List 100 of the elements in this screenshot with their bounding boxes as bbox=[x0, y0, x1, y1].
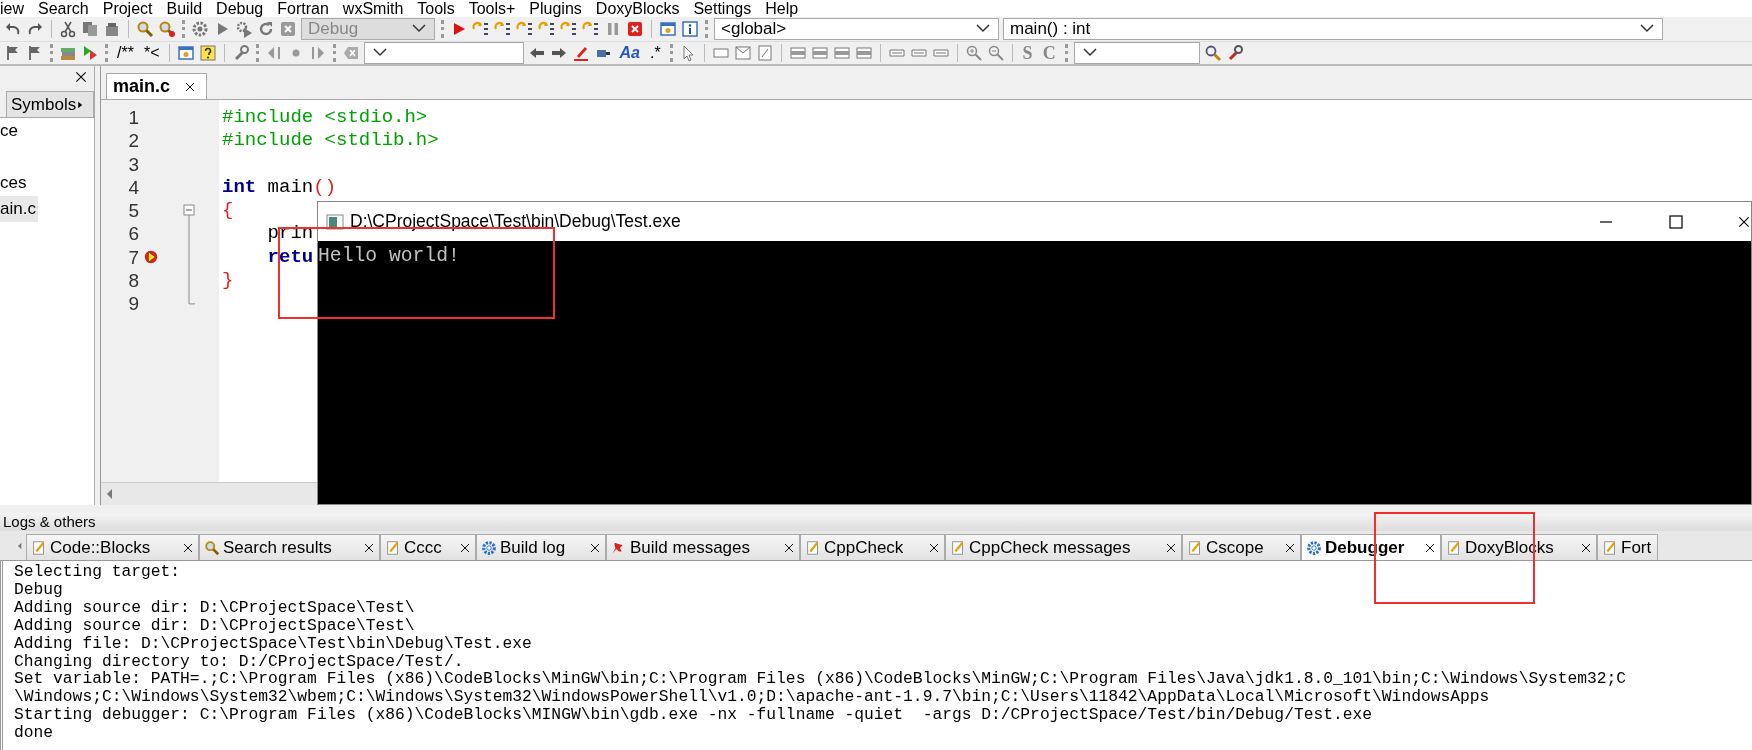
step-icon[interactable] bbox=[472, 20, 490, 38]
tree-item[interactable]: ce bbox=[0, 118, 20, 144]
tree-item[interactable]: ces bbox=[0, 170, 29, 196]
close-icon[interactable] bbox=[363, 542, 375, 555]
close-icon[interactable] bbox=[1580, 542, 1592, 555]
step-icon[interactable] bbox=[538, 20, 556, 38]
step-icon[interactable] bbox=[582, 20, 600, 38]
zoom-out-icon[interactable] bbox=[986, 44, 1005, 62]
line-number: 7 bbox=[128, 245, 139, 270]
copy-icon[interactable] bbox=[81, 20, 99, 38]
menu-item[interactable]: Plugins bbox=[522, 0, 589, 17]
maximize-icon[interactable] bbox=[1667, 212, 1685, 231]
panel-icon[interactable] bbox=[788, 44, 807, 62]
window-icon[interactable] bbox=[177, 44, 196, 62]
note-icon bbox=[1446, 539, 1462, 556]
log-line: \Windows;C:\Windows\System32\wbem;C:\Windows\System32\WindowsPowerShell\v1.0;D:\apache-ant-1.9.7\bin;C:\Users\11842\AppData\Local\Microsoft\WindowsApps bbox=[14, 688, 1490, 707]
menu-item[interactable]: Settings bbox=[686, 0, 759, 17]
log-tab[interactable]: Fort bbox=[1597, 534, 1658, 560]
menu-item[interactable]: Project bbox=[95, 0, 160, 17]
info-icon[interactable] bbox=[681, 20, 699, 38]
line-number: 2 bbox=[128, 129, 139, 153]
close-icon[interactable] bbox=[1165, 542, 1177, 555]
envelope-icon[interactable] bbox=[733, 44, 752, 62]
menu-item[interactable]: Help bbox=[758, 0, 806, 17]
highlighter-icon[interactable] bbox=[572, 44, 591, 62]
note-icon bbox=[950, 539, 966, 556]
toolbar-button[interactable]: .* bbox=[646, 44, 664, 62]
note-icon bbox=[31, 539, 47, 556]
close-icon[interactable] bbox=[783, 542, 795, 555]
dropdown-field[interactable]: <global> bbox=[714, 18, 999, 40]
panel-tab[interactable]: Symbols bbox=[6, 91, 94, 117]
log-line: Adding file: D:\CProjectSpace\Test\bin\Debug\Test.exe bbox=[14, 634, 532, 653]
menu-item[interactable]: Tools bbox=[410, 0, 462, 17]
arrows-icon[interactable] bbox=[81, 44, 99, 62]
step-icon[interactable] bbox=[494, 20, 512, 38]
log-line: Selecting target: bbox=[14, 563, 181, 581]
log-tab[interactable]: Cscope bbox=[1182, 534, 1301, 560]
document-icon[interactable] bbox=[755, 44, 774, 62]
line-number: 6 bbox=[128, 222, 139, 246]
menu-item[interactable]: iew bbox=[0, 0, 31, 17]
menu-item[interactable]: Build bbox=[159, 0, 210, 17]
refresh-icon[interactable] bbox=[257, 20, 275, 38]
window-icon[interactable] bbox=[659, 20, 677, 38]
menu-item[interactable]: Tools+ bbox=[461, 0, 523, 17]
menu-item[interactable]: wxSmith bbox=[335, 0, 411, 17]
close-icon[interactable] bbox=[184, 81, 197, 94]
panel-icon[interactable] bbox=[832, 44, 851, 62]
dropdown-field[interactable] bbox=[1073, 42, 1200, 64]
toolbar-button[interactable]: Aa bbox=[616, 44, 643, 62]
wrench-icon[interactable] bbox=[232, 44, 251, 62]
menu-item[interactable]: Fortran bbox=[270, 0, 336, 17]
line-number: 3 bbox=[128, 152, 139, 176]
line-number: 4 bbox=[128, 175, 139, 200]
gear-icon bbox=[1306, 539, 1322, 556]
gear-icon[interactable] bbox=[191, 20, 209, 38]
close-icon[interactable] bbox=[182, 542, 194, 555]
scissors-icon[interactable] bbox=[59, 20, 77, 38]
line-number: 9 bbox=[128, 292, 139, 316]
close-icon[interactable] bbox=[1284, 542, 1296, 555]
log-tab[interactable]: Code::Blocks bbox=[26, 534, 199, 560]
search-icon[interactable] bbox=[1203, 44, 1222, 62]
close-icon[interactable] bbox=[928, 542, 940, 555]
log-tab[interactable]: Cccc bbox=[380, 534, 476, 560]
clipboard-icon[interactable] bbox=[103, 20, 121, 38]
menu-item[interactable]: Search bbox=[31, 0, 96, 17]
close-icon[interactable] bbox=[1424, 542, 1436, 555]
line-number: 8 bbox=[128, 269, 139, 293]
cancel-icon[interactable] bbox=[279, 20, 297, 38]
toolbar-button[interactable]: *< bbox=[140, 44, 163, 62]
code-line: } bbox=[221, 269, 234, 293]
log-tab[interactable]: Build log bbox=[476, 534, 606, 560]
editor-tab[interactable]: main.c bbox=[106, 73, 207, 99]
log-tab[interactable]: Build messages bbox=[606, 534, 800, 560]
log-tab[interactable]: CppCheck bbox=[800, 534, 945, 560]
menu-item[interactable]: Debug bbox=[209, 0, 271, 17]
note-icon bbox=[805, 539, 821, 556]
dropdown-field[interactable]: main() : int bbox=[1003, 18, 1663, 40]
tree-item[interactable]: ain.c bbox=[0, 196, 38, 222]
dropdown-field[interactable] bbox=[364, 42, 525, 64]
step-icon[interactable] bbox=[560, 20, 578, 38]
gear-play-icon[interactable] bbox=[235, 20, 253, 38]
gear-icon bbox=[481, 539, 497, 556]
help-icon[interactable] bbox=[199, 44, 218, 62]
log-line: Starting debugger: C:\Program Files (x86)\CodeBlocks\MINGW\bin\gdb.exe -nx -fullname -quiet -args D:/CProjectSpace/Test/bin/Debug/Test.exe bbox=[14, 706, 1373, 725]
magnifier-icon[interactable] bbox=[158, 20, 176, 38]
menu-item[interactable]: DoxyBlocks bbox=[588, 0, 687, 17]
step-icon[interactable] bbox=[516, 20, 534, 38]
panel-icon[interactable] bbox=[810, 44, 829, 62]
line-number: 5 bbox=[128, 199, 139, 223]
zoom-in-icon[interactable] bbox=[964, 44, 983, 62]
panel-icon[interactable] bbox=[854, 44, 873, 62]
toolbar-button[interactable]: /** bbox=[114, 44, 137, 62]
stop-icon[interactable] bbox=[626, 20, 644, 38]
close-icon[interactable] bbox=[589, 542, 601, 555]
search-icon bbox=[204, 539, 220, 556]
search-icon[interactable] bbox=[136, 20, 154, 38]
log-tab[interactable]: CppCheck messages bbox=[945, 534, 1182, 560]
close-icon[interactable] bbox=[74, 70, 88, 84]
close-icon[interactable] bbox=[459, 542, 471, 555]
log-tab[interactable]: Search results bbox=[199, 534, 380, 560]
